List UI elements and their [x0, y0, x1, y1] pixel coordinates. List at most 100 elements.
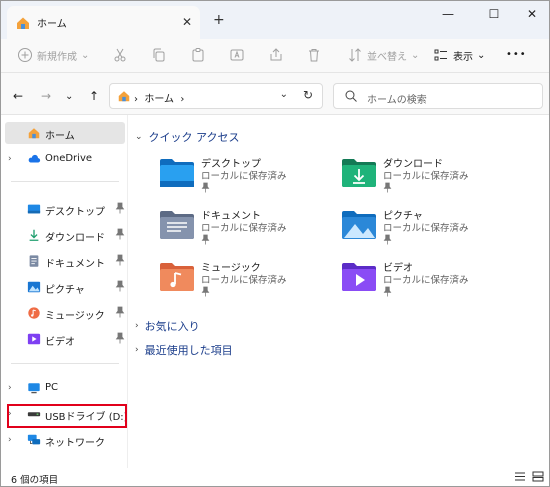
- paste-button[interactable]: [190, 47, 206, 63]
- rename-button[interactable]: [229, 47, 245, 63]
- chevron-down-icon: ⌄: [411, 49, 420, 61]
- favorites-header[interactable]: › お気に入り: [135, 318, 200, 334]
- tab-label: ホーム: [37, 19, 67, 30]
- copy-icon: [153, 48, 165, 62]
- address-dropdown-icon[interactable]: ⌄: [280, 89, 288, 100]
- pin-icon: [383, 286, 392, 297]
- maximize-button[interactable]: ☐: [481, 7, 507, 27]
- pin-icon: [383, 234, 392, 245]
- chevron-down-icon: ⌄: [477, 49, 486, 61]
- breadcrumb-home[interactable]: ホーム: [144, 94, 174, 105]
- address-bar[interactable]: › ホーム › ⌄ ↻: [109, 83, 323, 109]
- quick-access-header[interactable]: ⌄ クイック アクセス: [135, 129, 240, 145]
- pin-icon: [201, 286, 210, 297]
- tiles-view-icon[interactable]: [532, 471, 544, 482]
- quick-access-downloads[interactable]: ダウンロード ローカルに保存済み: [341, 155, 511, 199]
- scissors-icon: [114, 48, 126, 62]
- back-arrow-icon[interactable]: ←: [13, 89, 23, 103]
- quick-access-desktop[interactable]: デスクトップ ローカルに保存済み: [159, 155, 329, 199]
- sidebar-item-music[interactable]: ミュージック: [5, 302, 125, 324]
- divider: [11, 181, 119, 182]
- sidebar-item-label: ダウンロード: [45, 233, 105, 244]
- sidebar-item-pc[interactable]: › PC: [5, 377, 125, 399]
- search-box[interactable]: ホームの検索: [333, 83, 543, 109]
- chevron-right-icon[interactable]: ›: [8, 154, 12, 164]
- divider: [11, 363, 119, 364]
- quick-access-videos[interactable]: ビデオ ローカルに保存済み: [341, 259, 511, 303]
- cloud-icon: [28, 154, 41, 163]
- view-icon: [434, 49, 447, 61]
- pin-icon[interactable]: [115, 202, 125, 214]
- title-bar: ホーム ✕ + — ☐ ✕: [1, 1, 549, 39]
- item-status: ローカルに保存済み: [383, 275, 469, 286]
- tab-close-icon[interactable]: ✕: [182, 15, 192, 29]
- chevron-right-icon[interactable]: ›: [8, 383, 12, 393]
- sidebar-item-onedrive[interactable]: › OneDrive: [5, 148, 125, 170]
- pc-icon: [28, 383, 40, 394]
- sidebar-item-label: デスクトップ: [45, 207, 105, 218]
- sort-label: 並べ替え: [367, 51, 407, 63]
- pictures-folder-icon: [342, 211, 376, 239]
- downloads-folder-icon: [342, 159, 376, 187]
- up-arrow-icon[interactable]: ↑: [89, 89, 99, 103]
- sidebar-item-label: PC: [45, 382, 59, 393]
- sidebar-item-documents[interactable]: ドキュメント: [5, 250, 125, 272]
- item-status: ローカルに保存済み: [383, 223, 469, 234]
- share-button[interactable]: [268, 47, 284, 63]
- sidebar-item-pictures[interactable]: ピクチャ: [5, 276, 125, 298]
- delete-button[interactable]: [306, 47, 322, 63]
- close-button[interactable]: ✕: [519, 7, 545, 27]
- home-icon: [17, 17, 29, 29]
- sidebar-item-home[interactable]: ホーム: [5, 122, 125, 144]
- pin-icon[interactable]: [115, 332, 125, 344]
- sidebar-item-videos[interactable]: ビデオ: [5, 328, 125, 350]
- chevron-right-icon: ›: [135, 345, 139, 355]
- desktop-folder-icon: [160, 159, 194, 187]
- item-status: ローカルに保存済み: [383, 171, 469, 182]
- search-icon: [345, 90, 357, 102]
- sort-button[interactable]: 並べ替え ⌄: [347, 47, 419, 63]
- new-label: 新規作成: [37, 51, 77, 63]
- item-status: ローカルに保存済み: [201, 171, 287, 182]
- pin-icon[interactable]: [115, 228, 125, 240]
- plus-circle-icon: [18, 48, 32, 62]
- forward-arrow-icon[interactable]: →: [41, 89, 51, 103]
- sidebar-item-network[interactable]: › ネットワーク: [5, 429, 125, 451]
- pin-icon: [201, 182, 210, 193]
- item-status: ローカルに保存済み: [201, 223, 287, 234]
- quick-access-music[interactable]: ミュージック ローカルに保存済み: [159, 259, 329, 303]
- documents-folder-icon: [160, 211, 194, 239]
- chevron-down-icon: ⌄: [135, 132, 143, 142]
- chevron-right-icon[interactable]: ›: [8, 435, 12, 445]
- sidebar-item-label: ミュージック: [45, 311, 105, 322]
- pin-icon: [383, 182, 392, 193]
- section-title: 最近使用した項目: [144, 344, 233, 357]
- cut-button[interactable]: [112, 47, 128, 63]
- copy-button[interactable]: [151, 47, 167, 63]
- view-label: 表示: [453, 51, 473, 63]
- details-view-icon[interactable]: [514, 471, 526, 482]
- quick-access-documents[interactable]: ドキュメント ローカルに保存済み: [159, 207, 329, 251]
- minimize-button[interactable]: —: [435, 7, 461, 27]
- chevron-down-icon: ⌄: [81, 49, 90, 61]
- sidebar-item-downloads[interactable]: ダウンロード: [5, 224, 125, 246]
- new-button[interactable]: 新規作成 ⌄: [17, 47, 89, 63]
- sidebar-item-desktop[interactable]: デスクトップ: [5, 198, 125, 220]
- chevron-right-icon: ›: [135, 321, 139, 331]
- videos-folder-icon: [342, 263, 376, 291]
- new-tab-button[interactable]: +: [213, 12, 225, 28]
- more-button[interactable]: •••: [506, 49, 527, 60]
- pin-icon[interactable]: [115, 280, 125, 292]
- home-icon: [118, 91, 130, 102]
- view-button[interactable]: 表示 ⌄: [433, 47, 485, 63]
- recent-chevron-icon[interactable]: ⌄: [65, 91, 73, 102]
- trash-icon: [309, 49, 319, 62]
- refresh-icon[interactable]: ↻: [303, 88, 313, 102]
- recent-header[interactable]: › 最近使用した項目: [135, 342, 233, 358]
- music-folder-icon: [160, 263, 194, 291]
- quick-access-pictures[interactable]: ピクチャ ローカルに保存済み: [341, 207, 511, 251]
- search-placeholder: ホームの検索: [367, 95, 427, 106]
- tab-home[interactable]: ホーム ✕: [7, 6, 200, 39]
- pin-icon[interactable]: [115, 306, 125, 318]
- pin-icon[interactable]: [115, 254, 125, 266]
